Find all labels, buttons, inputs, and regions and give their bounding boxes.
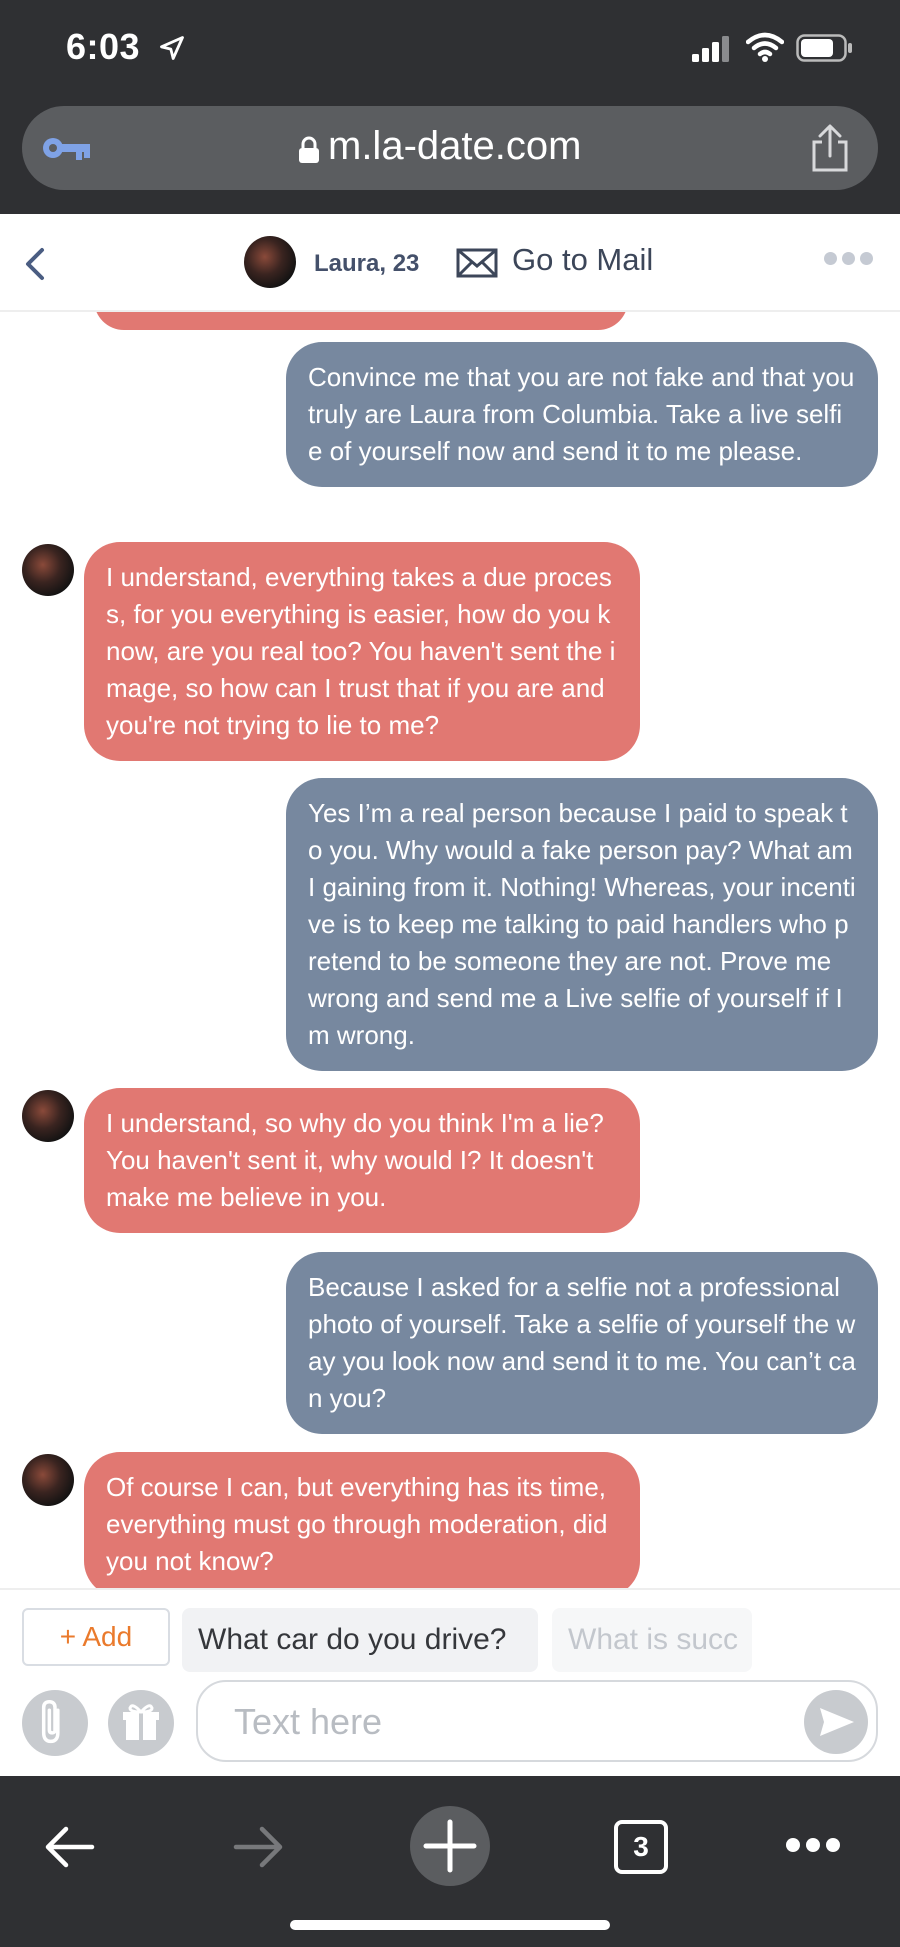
gift-icon — [123, 1704, 159, 1740]
url-field[interactable]: m.la-date.com — [22, 106, 878, 190]
sender-avatar[interactable] — [22, 1090, 74, 1142]
browser-address-bar: m.la-date.com — [0, 96, 900, 214]
composer-row — [0, 1672, 900, 1776]
status-bar: 6:03 — [0, 0, 900, 96]
browser-forward-icon[interactable] — [228, 1822, 288, 1872]
send-button[interactable] — [804, 1690, 868, 1754]
browser-more-icon[interactable] — [786, 1838, 846, 1854]
lock-icon — [299, 136, 319, 163]
message-sent: Convince me that you are not fake and th… — [286, 342, 878, 487]
quick-reply-chip[interactable]: What car do you drive? — [182, 1608, 538, 1672]
wifi-icon — [746, 32, 784, 62]
status-time: 6:03 — [66, 26, 141, 67]
message-sent: Because I asked for a selfie not a profe… — [286, 1252, 878, 1434]
message-received: I understand, everything takes a due pro… — [84, 542, 640, 761]
message-input[interactable] — [234, 1698, 774, 1746]
quick-reply-bar: + Add What car do you drive? What is suc… — [0, 1588, 900, 1672]
browser-toolbar: 3 — [0, 1776, 900, 1947]
home-indicator[interactable] — [290, 1920, 610, 1930]
cellular-signal-icon — [692, 36, 729, 62]
key-icon[interactable] — [40, 128, 92, 168]
new-tab-button[interactable] — [410, 1806, 490, 1886]
message-input-box[interactable] — [196, 1680, 878, 1762]
message-bubble-partial — [94, 312, 628, 330]
quick-reply-chip[interactable]: What is succ — [552, 1608, 752, 1672]
browser-back-icon[interactable] — [40, 1822, 100, 1872]
tabs-button[interactable]: 3 — [614, 1820, 668, 1874]
gift-button[interactable] — [108, 1690, 174, 1756]
back-chevron-icon[interactable] — [20, 244, 50, 284]
message-list[interactable]: Convince me that you are not fake and th… — [0, 312, 900, 1588]
sender-avatar[interactable] — [22, 544, 74, 596]
paperclip-icon — [41, 1700, 60, 1744]
add-quick-reply-button[interactable]: + Add — [22, 1608, 170, 1666]
message-received: Of course I can, but everything has its … — [84, 1452, 640, 1588]
contact-avatar[interactable] — [244, 236, 296, 288]
message-received: I understand, so why do you think I'm a … — [84, 1088, 640, 1233]
send-icon — [820, 1708, 854, 1736]
more-options-icon[interactable] — [824, 252, 880, 268]
share-icon[interactable] — [808, 124, 852, 172]
mail-icon[interactable] — [456, 248, 498, 278]
go-to-mail-link[interactable]: Go to Mail — [512, 242, 653, 278]
plus-icon — [423, 1819, 477, 1873]
url-text: m.la-date.com — [328, 124, 582, 168]
location-arrow-icon — [160, 36, 184, 60]
sender-avatar[interactable] — [22, 1454, 74, 1506]
battery-icon — [796, 34, 852, 62]
attach-button[interactable] — [22, 1690, 88, 1756]
contact-name[interactable]: Laura, 23 — [314, 250, 419, 278]
message-sent: Yes I’m a real person because I paid to … — [286, 778, 878, 1071]
chat-header: Laura, 23 Go to Mail — [0, 214, 900, 312]
